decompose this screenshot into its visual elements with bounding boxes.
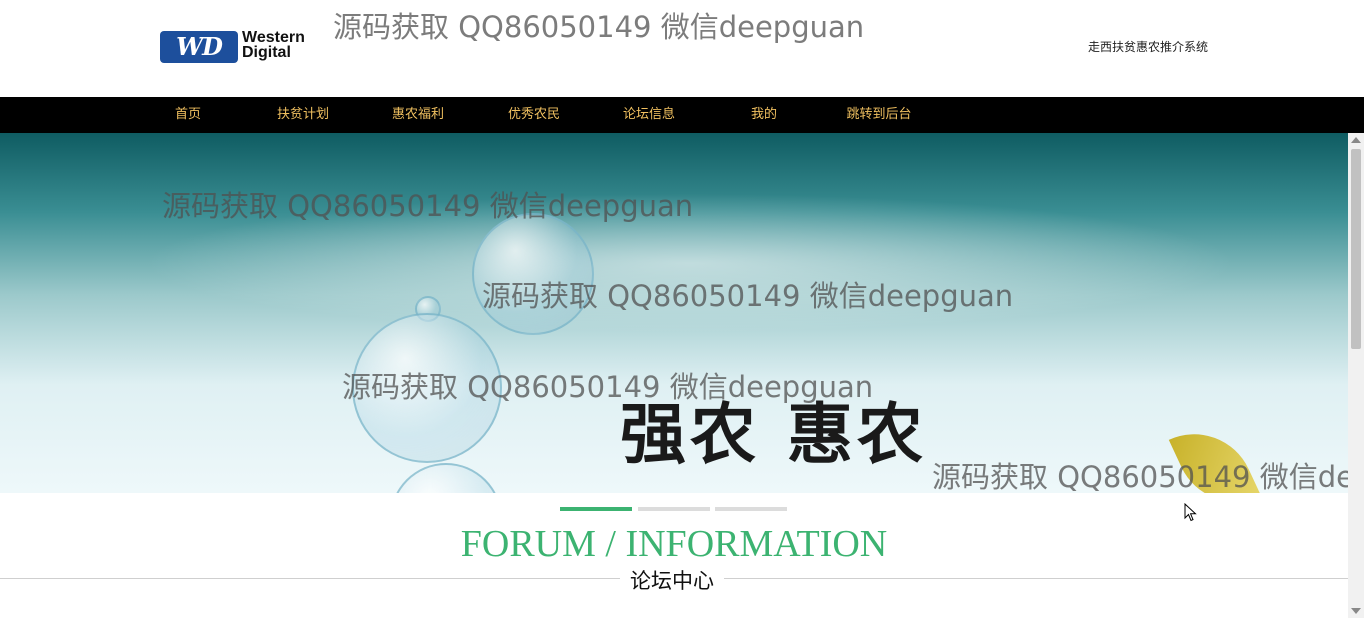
watermark-text: 源码获取 QQ86050149 微信deepguan <box>932 460 1364 494</box>
site-title: 走西扶贫惠农推介系统 <box>1087 40 1208 54</box>
bubble-decoration <box>390 463 502 493</box>
nav-item-admin[interactable]: 跳转到后台 <box>839 97 919 133</box>
scroll-up-arrow-icon[interactable] <box>1351 137 1361 143</box>
nav-item-home[interactable]: 首页 <box>148 97 228 133</box>
carousel-indicator-2[interactable] <box>638 507 710 511</box>
watermark-text: 源码获取 QQ86050149 微信deepguan <box>333 10 865 44</box>
page-scrollbar[interactable] <box>1348 133 1364 618</box>
nav-item-farmer-welfare[interactable]: 惠农福利 <box>378 97 458 133</box>
nav-item-mine[interactable]: 我的 <box>724 97 804 133</box>
section-title-en: FORUM / INFORMATION <box>460 523 888 565</box>
logo-wordmark: Western Digital <box>242 29 332 61</box>
watermark-text: 源码获取 QQ86050149 微信deepguan <box>162 189 694 223</box>
western-digital-logo[interactable]: WD Western Digital <box>160 30 330 66</box>
logo-line-2: Digital <box>242 44 291 61</box>
watermark-text: 源码获取 QQ86050149 微信deepguan <box>482 279 1014 313</box>
nav-item-forum[interactable]: 论坛信息 <box>609 97 689 133</box>
scroll-thumb[interactable] <box>1351 149 1361 349</box>
carousel-indicator-3[interactable] <box>715 507 787 511</box>
section-title-cn: 论坛中心 <box>620 565 724 595</box>
mouse-cursor-icon <box>1184 503 1197 522</box>
logo-badge: WD <box>160 31 238 63</box>
watermark-text: 源码获取 QQ86050149 微信deepguan <box>342 370 874 404</box>
main-nav: 首页 扶贫计划 惠农福利 优秀农民 论坛信息 我的 跳转到后台 <box>0 97 1364 133</box>
nav-item-outstanding-farmers[interactable]: 优秀农民 <box>494 97 574 133</box>
scroll-down-arrow-icon[interactable] <box>1351 608 1361 614</box>
carousel-indicator-1[interactable] <box>560 507 632 511</box>
logo-line-1: Western <box>242 29 305 46</box>
nav-item-poverty-plan[interactable]: 扶贫计划 <box>263 97 343 133</box>
